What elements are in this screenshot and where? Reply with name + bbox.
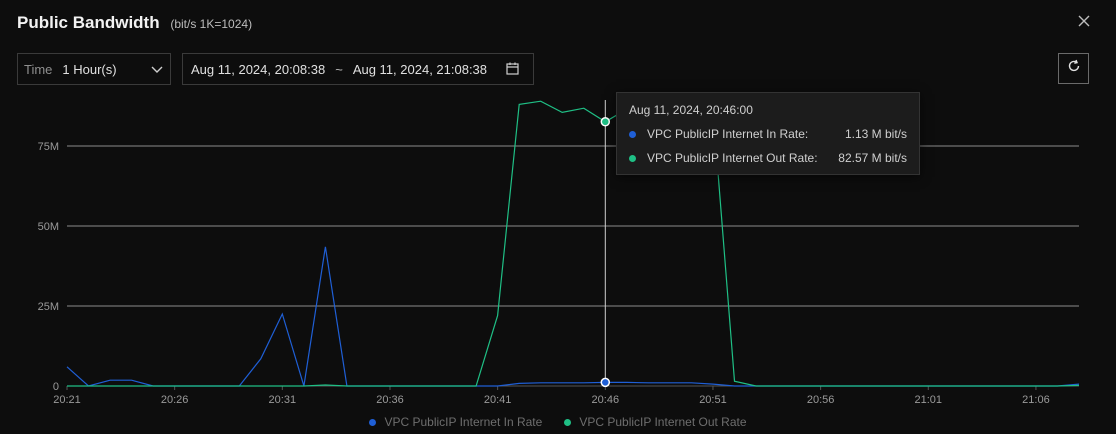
tooltip-row-in: VPC PublicIP Internet In Rate: 1.13 M bi… [629,126,907,142]
tooltip-row-out: VPC PublicIP Internet Out Rate: 82.57 M … [629,150,907,166]
series-line-out [67,100,1080,387]
legend-item-in[interactable]: VPC PublicIP Internet In Rate [369,414,542,430]
x-tick-label: 20:21 [53,394,81,406]
y-tick-label: 0 [53,381,59,393]
x-tick-label: 20:46 [592,394,620,406]
tooltip-out-value: 82.57 M bit/s [838,151,907,165]
y-tick-label: 75M [38,141,59,153]
chart-legend: VPC PublicIP Internet In Rate VPC Public… [0,414,1116,430]
y-tick-label: 50M [38,221,59,233]
tooltip-out-name: VPC PublicIP Internet Out Rate: [647,151,818,165]
series-out-dot [629,154,636,162]
tooltip-in-name: VPC PublicIP Internet In Rate: [647,127,809,141]
series-in-dot [629,130,636,138]
hover-point-in [600,377,611,388]
x-tick-label: 20:41 [484,394,512,406]
tooltip-time: Aug 11, 2024, 20:46:00 [629,103,753,117]
legend-out-label: VPC PublicIP Internet Out Rate [579,415,747,429]
legend-in-label: VPC PublicIP Internet In Rate [384,415,543,429]
chart-tooltip: Aug 11, 2024, 20:46:00 VPC PublicIP Inte… [616,92,920,175]
legend-in-dot [369,418,377,426]
hover-point-out [600,117,611,127]
x-tick-label: 20:51 [699,394,727,406]
y-tick-label: 25M [38,301,59,313]
x-tick-label: 20:36 [376,394,404,406]
series-line-in [66,246,1080,387]
x-tick-label: 20:26 [161,394,189,406]
x-tick-label: 20:31 [269,394,297,406]
x-tick-label: 20:56 [807,394,835,406]
legend-item-out[interactable]: VPC PublicIP Internet Out Rate [564,414,747,430]
tooltip-in-value: 1.13 M bit/s [844,127,907,141]
bandwidth-chart[interactable]: 0 25M 50M 75M 20:21 20:26 20:31 20:36 20:41 20:46… [0,0,1116,434]
legend-out-dot [564,418,572,426]
x-tick-label: 21:01 [915,394,943,406]
x-tick-label: 21:06 [1022,394,1050,406]
